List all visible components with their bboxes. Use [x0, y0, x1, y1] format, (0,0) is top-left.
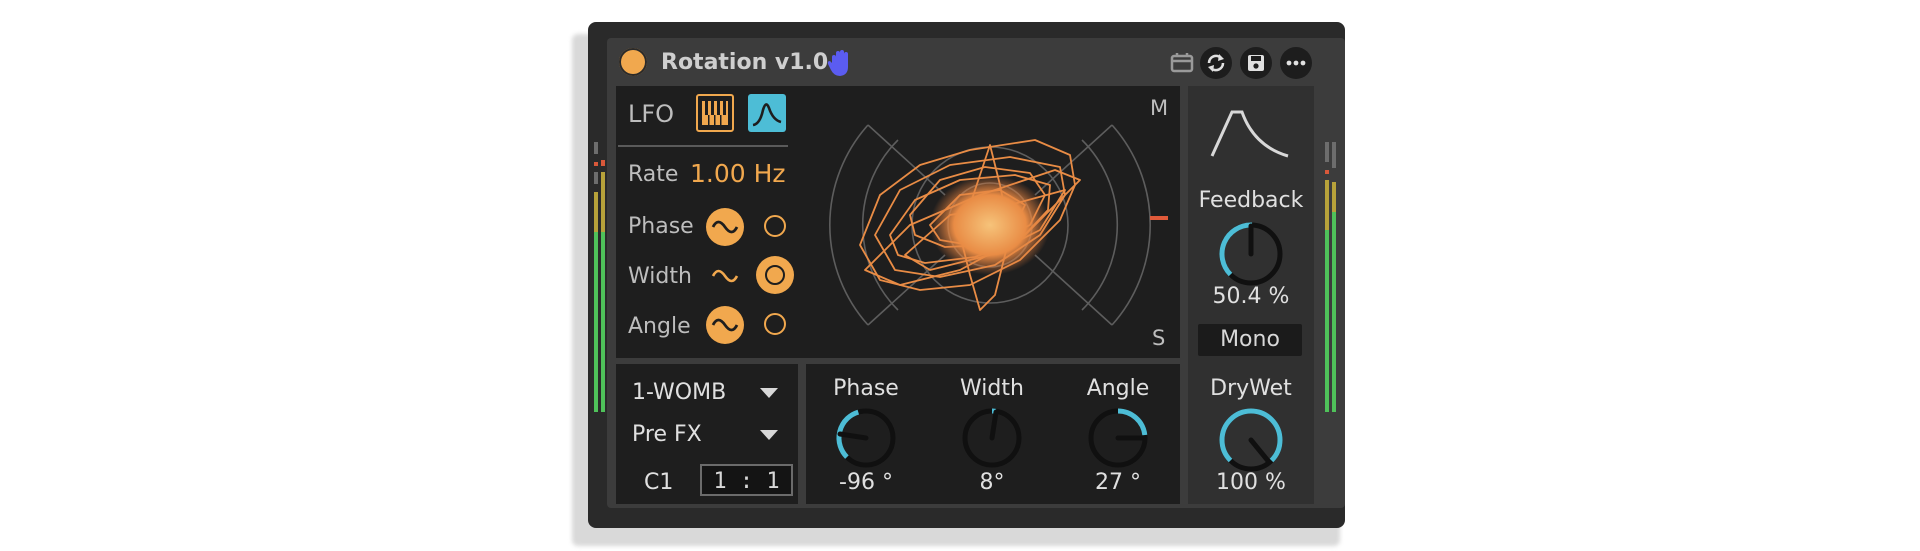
mid-label: M [1150, 96, 1169, 120]
mapping-icon[interactable] [1166, 47, 1198, 79]
source-dropdown-icon[interactable] [758, 386, 780, 400]
width-knob-value: 8° [979, 470, 1005, 495]
phase-knob[interactable] [832, 404, 900, 472]
feedback-value: 50.4 % [1212, 284, 1290, 309]
keyboard-sync-button[interactable] [696, 94, 734, 132]
hand-icon[interactable] [826, 48, 854, 78]
vectorscope [829, 124, 1168, 326]
device-title: Rotation v1.0 [661, 50, 829, 75]
feedback-label: Feedback [1198, 188, 1304, 213]
feedback-envelope-icon[interactable] [1208, 100, 1292, 164]
phase-lfo-label: Phase [628, 214, 694, 239]
feedback-knob[interactable] [1215, 218, 1287, 290]
rate-label: Rate [628, 162, 679, 187]
mono-button[interactable]: Mono [1198, 324, 1302, 356]
phase-knob-value: -96 ° [839, 470, 893, 495]
source-select[interactable]: 1-WOMB [632, 380, 726, 405]
refresh-icon[interactable] [1200, 47, 1232, 79]
channel-label: C1 [644, 470, 674, 495]
envelope-shape-button[interactable] [748, 94, 786, 132]
width-offset-toggle[interactable] [756, 256, 794, 294]
save-icon[interactable] [1240, 47, 1272, 79]
sine-wave-icon [711, 220, 739, 234]
lfo-divider [618, 145, 788, 147]
device-power-button[interactable] [619, 48, 647, 76]
width-lfo-label: Width [628, 264, 692, 289]
envelope-curve-icon [752, 103, 782, 127]
left-level-meter-2 [601, 142, 611, 412]
angle-lfo-label: Angle [628, 314, 691, 339]
side-label: S [1152, 326, 1166, 350]
angle-offset-toggle[interactable] [764, 313, 786, 335]
drywet-value: 100 % [1216, 470, 1286, 495]
tap-select[interactable]: Pre FX [632, 422, 702, 447]
width-knob-label: Width [960, 376, 1024, 401]
phase-knob-label: Phase [833, 376, 899, 401]
phase-offset-toggle[interactable] [764, 215, 786, 237]
rate-value[interactable]: 1.00 Hz [690, 159, 786, 188]
angle-knob-value: 27 ° [1095, 470, 1141, 495]
more-options-icon[interactable] [1280, 47, 1312, 79]
drywet-knob[interactable] [1215, 404, 1287, 476]
angle-knob[interactable] [1084, 404, 1152, 472]
right-level-meter-2 [1332, 142, 1342, 412]
drywet-label: DryWet [1210, 376, 1292, 401]
ratio-field[interactable]: 1 : 1 [700, 464, 793, 496]
tap-dropdown-icon[interactable] [758, 428, 780, 442]
keyboard-icon [702, 101, 728, 125]
width-knob[interactable] [958, 404, 1026, 472]
phase-lfo-toggle[interactable] [706, 208, 744, 246]
angle-lfo-toggle[interactable] [706, 306, 744, 344]
angle-knob-label: Angle [1086, 376, 1150, 401]
sine-wave-icon [711, 318, 739, 332]
width-sine-icon[interactable] [710, 261, 740, 291]
lfo-label: LFO [628, 100, 675, 128]
